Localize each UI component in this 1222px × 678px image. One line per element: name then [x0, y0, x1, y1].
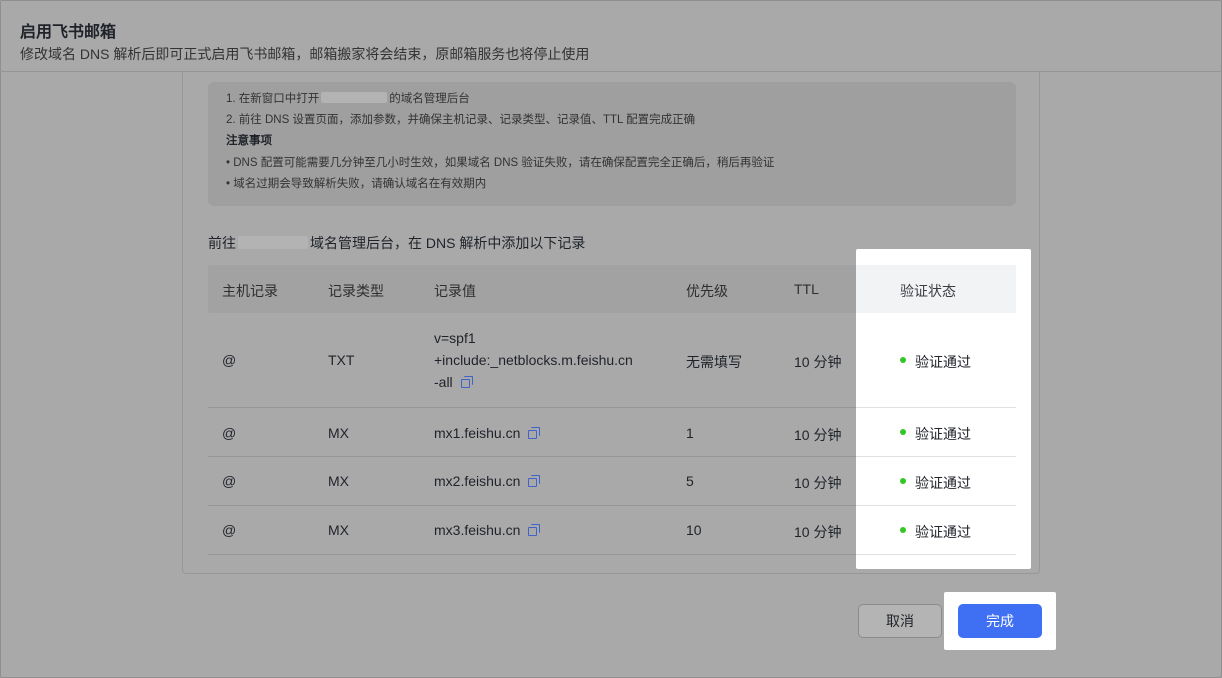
header-value: 记录值 [434, 283, 476, 299]
cell-host: @ [222, 473, 237, 489]
cell-type: MX [328, 425, 349, 441]
records-intro: 前往 域名管理后台，在 DNS 解析中添加以下记录 [208, 233, 585, 253]
step-1: 1. 在新窗口中打开 的域名管理后台 [226, 90, 470, 106]
step-2: 2. 前往 DNS 设置页面，添加参数，并确保主机记录、记录类型、记录值、TTL… [226, 114, 696, 126]
verification-status-column: 验证状态 验证通过 验证通过 验证通过 验证通过 [856, 249, 1031, 569]
status-cell: 验证通过 [856, 457, 1016, 506]
cell-type: MX [328, 522, 349, 538]
cell-ttl: 10 分钟 [794, 524, 842, 540]
cell-value: v=spf1 +include:_netblocks.m.feishu.cn -… [434, 327, 633, 393]
cell-host: @ [222, 352, 237, 368]
copy-icon[interactable] [528, 524, 541, 536]
value-line-3: -all [434, 374, 453, 390]
cell-value: mx1.feishu.cn [434, 425, 541, 441]
step-1-prefix: 1. 在新窗口中打开 [226, 93, 320, 105]
status-dot-icon [900, 357, 906, 363]
status-cell: 验证通过 [856, 313, 1016, 408]
value-text: mx3.feishu.cn [434, 522, 521, 538]
cell-host: @ [222, 425, 237, 441]
status-text: 验证通过 [915, 524, 971, 540]
caution-title: 注意事项 [226, 135, 272, 147]
status-text: 验证通过 [915, 354, 971, 370]
cell-type: MX [328, 473, 349, 489]
redacted-domain [238, 236, 308, 249]
value-line-1: v=spf1 [434, 330, 476, 346]
value-text: mx2.feishu.cn [434, 473, 521, 489]
dialog-header: 启用飞书邮箱 修改域名 DNS 解析后即可正式启用飞书邮箱，邮箱搬家将会结束，原… [0, 0, 1222, 71]
cell-priority: 5 [686, 473, 694, 489]
instruction-notice: 1. 在新窗口中打开 的域名管理后台 2. 前往 DNS 设置页面，添加参数，并确… [208, 82, 1016, 206]
cell-value: mx2.feishu.cn [434, 473, 541, 489]
cell-priority: 10 [686, 522, 702, 538]
status-dot-icon [900, 527, 906, 533]
step-1-suffix: 的域名管理后台 [389, 93, 470, 105]
status-cell: 验证通过 [856, 506, 1016, 555]
header-status-label: 验证状态 [900, 283, 956, 299]
status-text: 验证通过 [915, 475, 971, 491]
intro-prefix: 前往 [208, 235, 236, 251]
cell-ttl: 10 分钟 [794, 354, 842, 370]
cell-ttl: 10 分钟 [794, 427, 842, 443]
cancel-button[interactable]: 取消 [858, 604, 942, 638]
cell-host: @ [222, 522, 237, 538]
done-button[interactable]: 完成 [958, 604, 1042, 638]
value-line-2: +include:_netblocks.m.feishu.cn [434, 352, 633, 368]
cell-value: mx3.feishu.cn [434, 522, 541, 538]
cell-priority: 1 [686, 425, 694, 441]
value-text: mx1.feishu.cn [434, 425, 521, 441]
header-ttl: TTL [794, 281, 819, 297]
cell-ttl: 10 分钟 [794, 475, 842, 491]
header-priority: 优先级 [686, 283, 728, 299]
header-host: 主机记录 [222, 283, 278, 299]
done-button-highlight: 完成 [944, 592, 1056, 650]
copy-icon[interactable] [528, 475, 541, 487]
redacted-domain [321, 92, 388, 103]
status-cell: 验证通过 [856, 408, 1016, 457]
copy-icon[interactable] [460, 376, 473, 388]
dialog-title: 启用飞书邮箱 [20, 24, 117, 41]
caution-bullet-2: • 域名过期会导致解析失败，请确认域名在有效期内 [226, 178, 487, 190]
header-status: 验证状态 [856, 265, 1016, 313]
cell-type: TXT [328, 352, 355, 368]
cell-priority: 无需填写 [686, 354, 742, 370]
header-type: 记录类型 [328, 283, 384, 299]
status-dot-icon [900, 429, 906, 435]
copy-icon[interactable] [528, 427, 541, 439]
status-dot-icon [900, 478, 906, 484]
dialog-subtitle: 修改域名 DNS 解析后即可正式启用飞书邮箱，邮箱搬家将会结束，原邮箱服务也将停… [20, 46, 590, 62]
caution-bullet-1: • DNS 配置可能需要几分钟至几小时生效，如果域名 DNS 验证失败，请在确保… [226, 157, 775, 169]
status-text: 验证通过 [915, 426, 971, 442]
intro-suffix: 域名管理后台，在 DNS 解析中添加以下记录 [310, 235, 586, 251]
